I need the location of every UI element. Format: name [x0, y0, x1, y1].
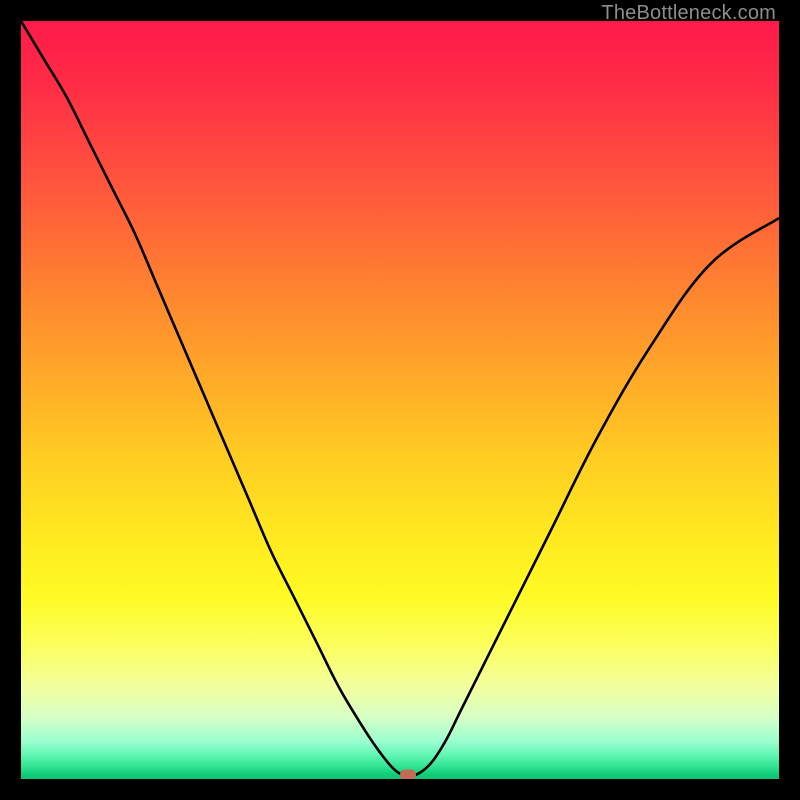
chart-container: TheBottleneck.com	[0, 0, 800, 800]
bottleneck-curve	[21, 21, 779, 777]
curve-svg	[21, 21, 779, 779]
watermark: TheBottleneck.com	[601, 2, 776, 25]
plot-area	[21, 21, 779, 779]
marker-dot	[400, 770, 416, 779]
